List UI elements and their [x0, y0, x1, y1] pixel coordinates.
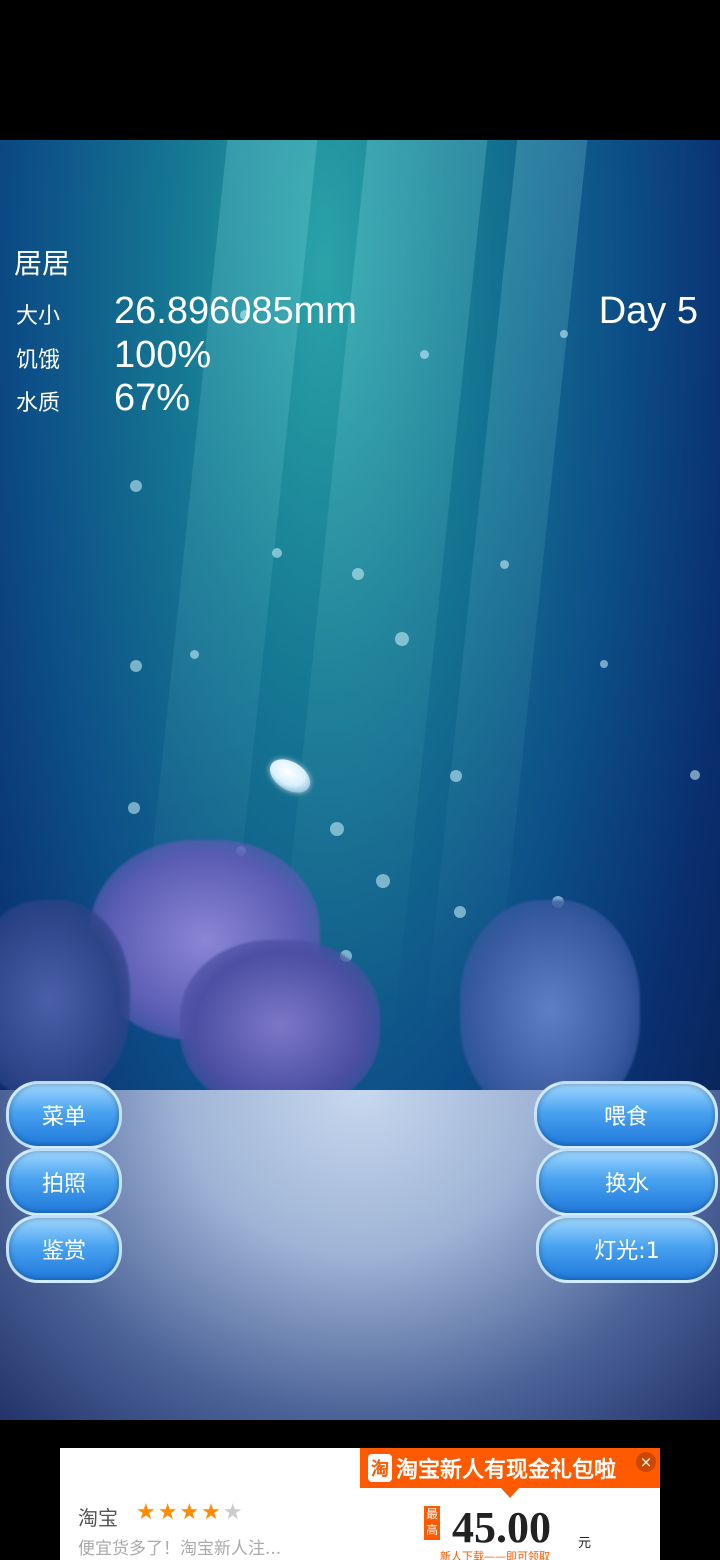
bubble [128, 802, 140, 814]
photo-button[interactable]: 拍照 [6, 1148, 122, 1216]
bubble [395, 632, 409, 646]
pet-name: 居居 [14, 247, 71, 280]
ad-headline[interactable]: 淘 淘宝新人有现金礼包啦 [360, 1448, 660, 1488]
ad-description: 便宜货多了！淘宝新人注... [78, 1539, 282, 1559]
bubble [352, 568, 364, 580]
bubble [560, 330, 568, 338]
taobao-logo-icon: 淘 [368, 1454, 392, 1482]
change-water-button[interactable]: 换水 [536, 1148, 718, 1216]
bubble [190, 650, 199, 659]
ad-subtitle: 新人下载——即可领取 [440, 1550, 550, 1560]
ad-banner[interactable]: 淘 淘宝新人有现金礼包啦 × 淘宝 ★★★★★ 便宜货多了！淘宝新人注... 最… [60, 1448, 660, 1560]
bubble [454, 906, 466, 918]
ad-brand: 淘宝 [78, 1506, 118, 1530]
bubble [272, 548, 282, 558]
coral-far-left [0, 900, 130, 1100]
bubble [130, 660, 142, 672]
hunger-label: 饥饿 [16, 348, 61, 373]
bubble [500, 560, 509, 569]
hunger-value: 100% [114, 334, 212, 376]
appreciate-button[interactable]: 鉴赏 [6, 1215, 122, 1283]
feed-button[interactable]: 喂食 [534, 1081, 718, 1149]
bubble [376, 874, 390, 888]
star-empty-icon: ★ [222, 1500, 245, 1525]
bubble [450, 770, 462, 782]
rating-stars: ★★★★★ [136, 1500, 245, 1525]
size-value: 26.896085mm [114, 290, 357, 332]
bubble [330, 822, 344, 836]
water-quality-label: 水质 [16, 391, 61, 416]
bubble [600, 660, 608, 668]
ad-price-unit: 元 [578, 1536, 592, 1551]
bubble [690, 770, 700, 780]
bubble [130, 480, 142, 492]
water-quality-value: 67% [114, 377, 191, 419]
star-filled-icons: ★★★★ [136, 1500, 223, 1525]
menu-button[interactable]: 菜单 [6, 1081, 122, 1149]
close-icon[interactable]: × [636, 1452, 656, 1472]
light-button[interactable]: 灯光:1 [536, 1215, 718, 1283]
ad-badge: 最高 [424, 1506, 440, 1540]
ad-headline-text: 淘宝新人有现金礼包啦 [396, 1458, 617, 1483]
status-bar-area [0, 0, 720, 140]
ad-price: 45.00 [452, 1503, 551, 1552]
size-label: 大小 [16, 304, 61, 329]
ad-pointer [501, 1488, 519, 1498]
coral-left-lower [180, 940, 380, 1110]
day-counter: Day 5 [598, 290, 698, 332]
bubble [420, 350, 429, 359]
